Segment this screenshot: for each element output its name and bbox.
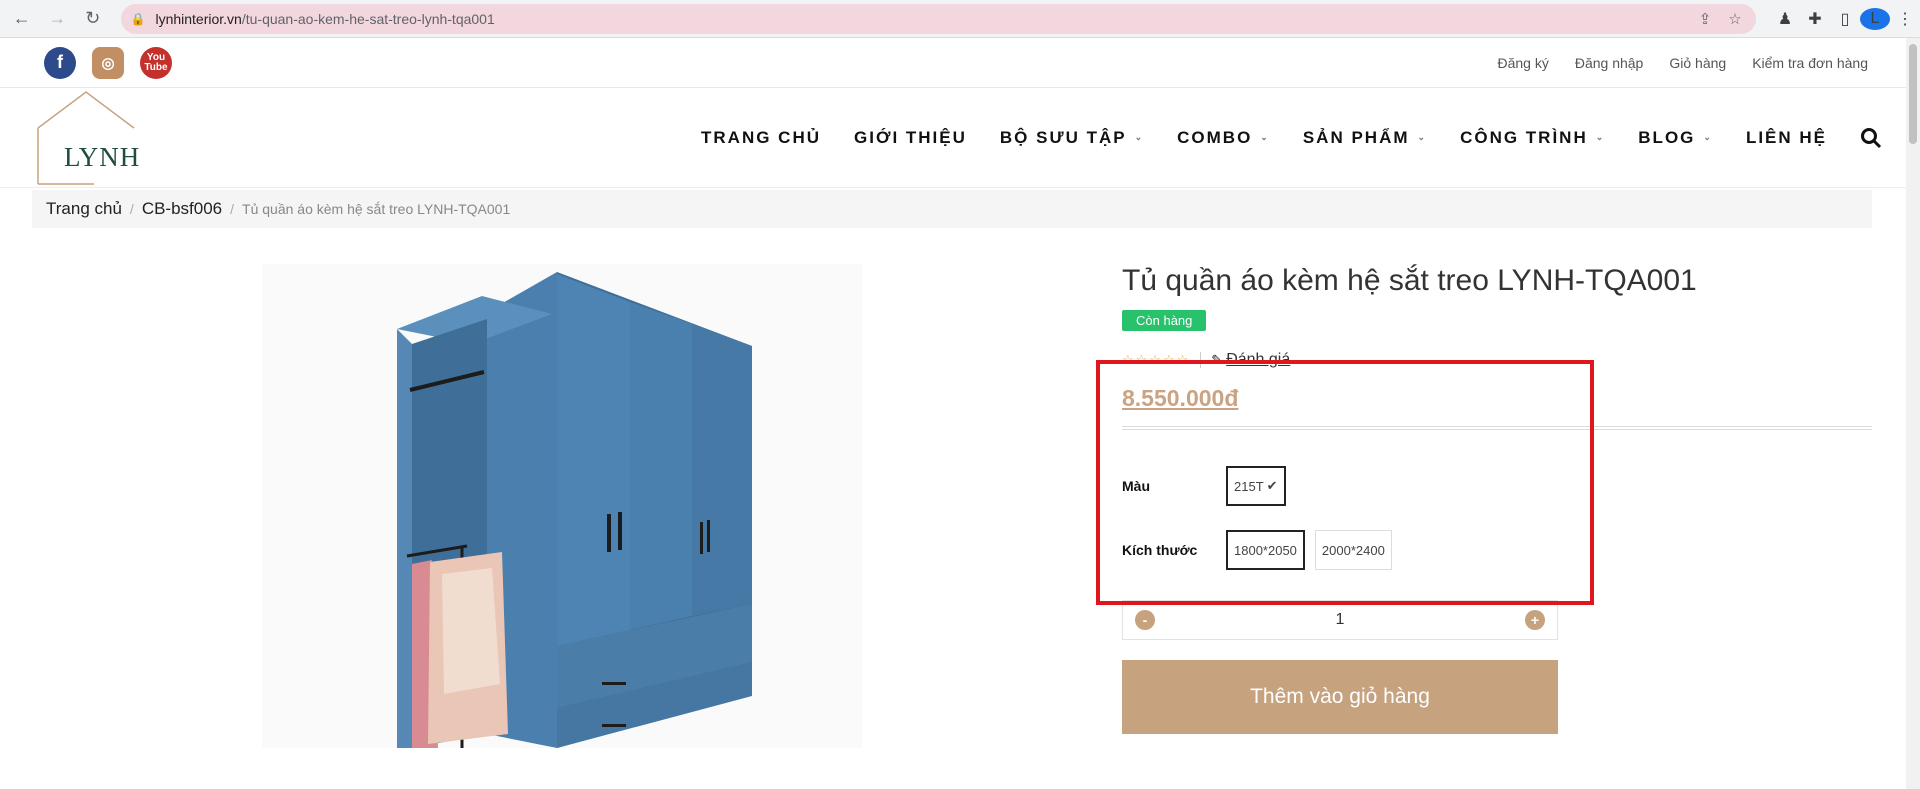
- nav-collection[interactable]: BỘ SƯU TẬP ⌄: [1000, 128, 1144, 148]
- cart-link[interactable]: Giỏ hàng: [1669, 55, 1726, 71]
- facebook-icon[interactable]: f: [44, 46, 76, 79]
- chevron-down-icon: ⌄: [1703, 132, 1713, 142]
- product-title: Tủ quần áo kèm hệ sắt treo LYNH-TQA001: [1122, 264, 1697, 297]
- nav-combo[interactable]: COMBO ⌄: [1177, 128, 1270, 148]
- nav-label: BỘ SƯU TẬP: [999, 127, 1127, 147]
- back-icon[interactable]: ←: [8, 5, 36, 33]
- sidepanel-icon[interactable]: ▯: [1830, 9, 1860, 29]
- profile-avatar[interactable]: L: [1860, 7, 1890, 30]
- nav-label: LIÊN HỆ: [1745, 127, 1827, 147]
- url-text: lynhinterior.vn/tu-quan-ao-kem-he-sat-tr…: [155, 11, 1686, 27]
- add-to-cart-button[interactable]: Thêm vào giỏ hàng: [1122, 660, 1558, 734]
- share-icon[interactable]: ⇪: [1694, 10, 1716, 28]
- plus-icon[interactable]: +: [1525, 610, 1545, 630]
- browser-toolbar: ← → ↻ 🔒 lynhinterior.vn/tu-quan-ao-kem-h…: [0, 0, 1920, 38]
- wardrobe-illustration: [397, 272, 752, 748]
- logo-text: LYNH: [64, 141, 141, 172]
- site-logo[interactable]: LYNH: [34, 90, 142, 186]
- product-image[interactable]: [262, 264, 862, 748]
- register-link[interactable]: Đăng ký: [1497, 55, 1548, 71]
- breadcrumb-home[interactable]: Trang chủ: [46, 199, 122, 219]
- scrollbar[interactable]: [1906, 38, 1920, 789]
- breadcrumb-category[interactable]: CB-bsf006: [142, 199, 222, 219]
- lock-icon[interactable]: 🔒: [131, 12, 146, 26]
- breadcrumb: Trang chủ / CB-bsf006 / Tủ quần áo kèm h…: [32, 190, 1872, 228]
- account-links: Đăng ký Đăng nhập Giỏ hàng Kiểm tra đơn …: [1497, 55, 1868, 71]
- instagram-icon[interactable]: ◎: [92, 46, 124, 79]
- profile-initial: L: [1860, 7, 1890, 30]
- chevron-down-icon: ⌄: [1260, 132, 1270, 142]
- chevron-down-icon: ⌄: [1134, 132, 1145, 142]
- url-path: /tu-quan-ao-kem-he-sat-treo-lynh-tqa001: [241, 10, 495, 27]
- nav-label: COMBO: [1177, 127, 1253, 147]
- nav-home[interactable]: TRANG CHỦ: [701, 128, 821, 148]
- stock-badge: Còn hàng: [1122, 310, 1207, 331]
- login-link[interactable]: Đăng nhập: [1575, 55, 1644, 71]
- nav-label: GIỚI THIỆU: [854, 127, 967, 147]
- social-links: f ◎ You Tube: [44, 46, 172, 79]
- nav-label: CÔNG TRÌNH: [1460, 127, 1588, 147]
- nav-contact[interactable]: LIÊN HỆ: [1746, 128, 1827, 148]
- bookmark-star-icon[interactable]: ☆: [1724, 10, 1746, 28]
- search-icon[interactable]: [1860, 127, 1882, 149]
- top-bar: f ◎ You Tube Đăng ký Đăng nhập Giỏ hàng K…: [0, 38, 1920, 88]
- puzzle-icon[interactable]: ✚: [1800, 9, 1830, 29]
- main-nav: TRANG CHỦ GIỚI THIỆU BỘ SƯU TẬP ⌄ COMBO ⌄ …: [701, 127, 1882, 149]
- site-header: LYNH TRANG CHỦ GIỚI THIỆU BỘ SƯU TẬP ⌄ CO…: [0, 88, 1920, 188]
- nav-blog[interactable]: BLOG ⌄: [1638, 128, 1713, 148]
- extension-icon[interactable]: ♟: [1770, 9, 1800, 29]
- breadcrumb-current: Tủ quần áo kèm hệ sắt treo LYNH-TQA001: [242, 201, 511, 217]
- nav-products[interactable]: SẢN PHẨM ⌄: [1303, 128, 1427, 148]
- nav-about[interactable]: GIỚI THIỆU: [854, 128, 967, 148]
- menu-icon[interactable]: ⋮: [1890, 9, 1920, 29]
- nav-label: SẢN PHẨM: [1302, 127, 1410, 147]
- chevron-down-icon: ⌄: [1595, 132, 1606, 142]
- nav-projects[interactable]: CÔNG TRÌNH ⌄: [1460, 128, 1605, 148]
- nav-label: TRANG CHỦ: [701, 127, 821, 147]
- search-glyph: [1861, 127, 1882, 148]
- quantity-value[interactable]: 1: [1336, 611, 1345, 629]
- scrollbar-thumb[interactable]: [1909, 44, 1917, 144]
- minus-icon[interactable]: -: [1135, 610, 1155, 630]
- order-check-link[interactable]: Kiểm tra đơn hàng: [1752, 55, 1868, 71]
- forward-icon[interactable]: →: [44, 5, 72, 33]
- nav-label: BLOG: [1638, 127, 1696, 147]
- url-host: lynhinterior.vn: [155, 10, 242, 27]
- quantity-stepper: - 1 +: [1122, 600, 1558, 640]
- reload-icon[interactable]: ↻: [79, 5, 107, 33]
- breadcrumb-separator: /: [230, 201, 235, 217]
- breadcrumb-separator: /: [129, 201, 134, 217]
- product-section: Tủ quần áo kèm hệ sắt treo LYNH-TQA001 C…: [0, 228, 1920, 748]
- highlight-box: [1096, 360, 1594, 605]
- youtube-icon[interactable]: You Tube: [140, 46, 172, 79]
- chevron-down-icon: ⌄: [1417, 132, 1428, 142]
- address-bar[interactable]: 🔒 lynhinterior.vn/tu-quan-ao-kem-he-sat-…: [120, 3, 1756, 34]
